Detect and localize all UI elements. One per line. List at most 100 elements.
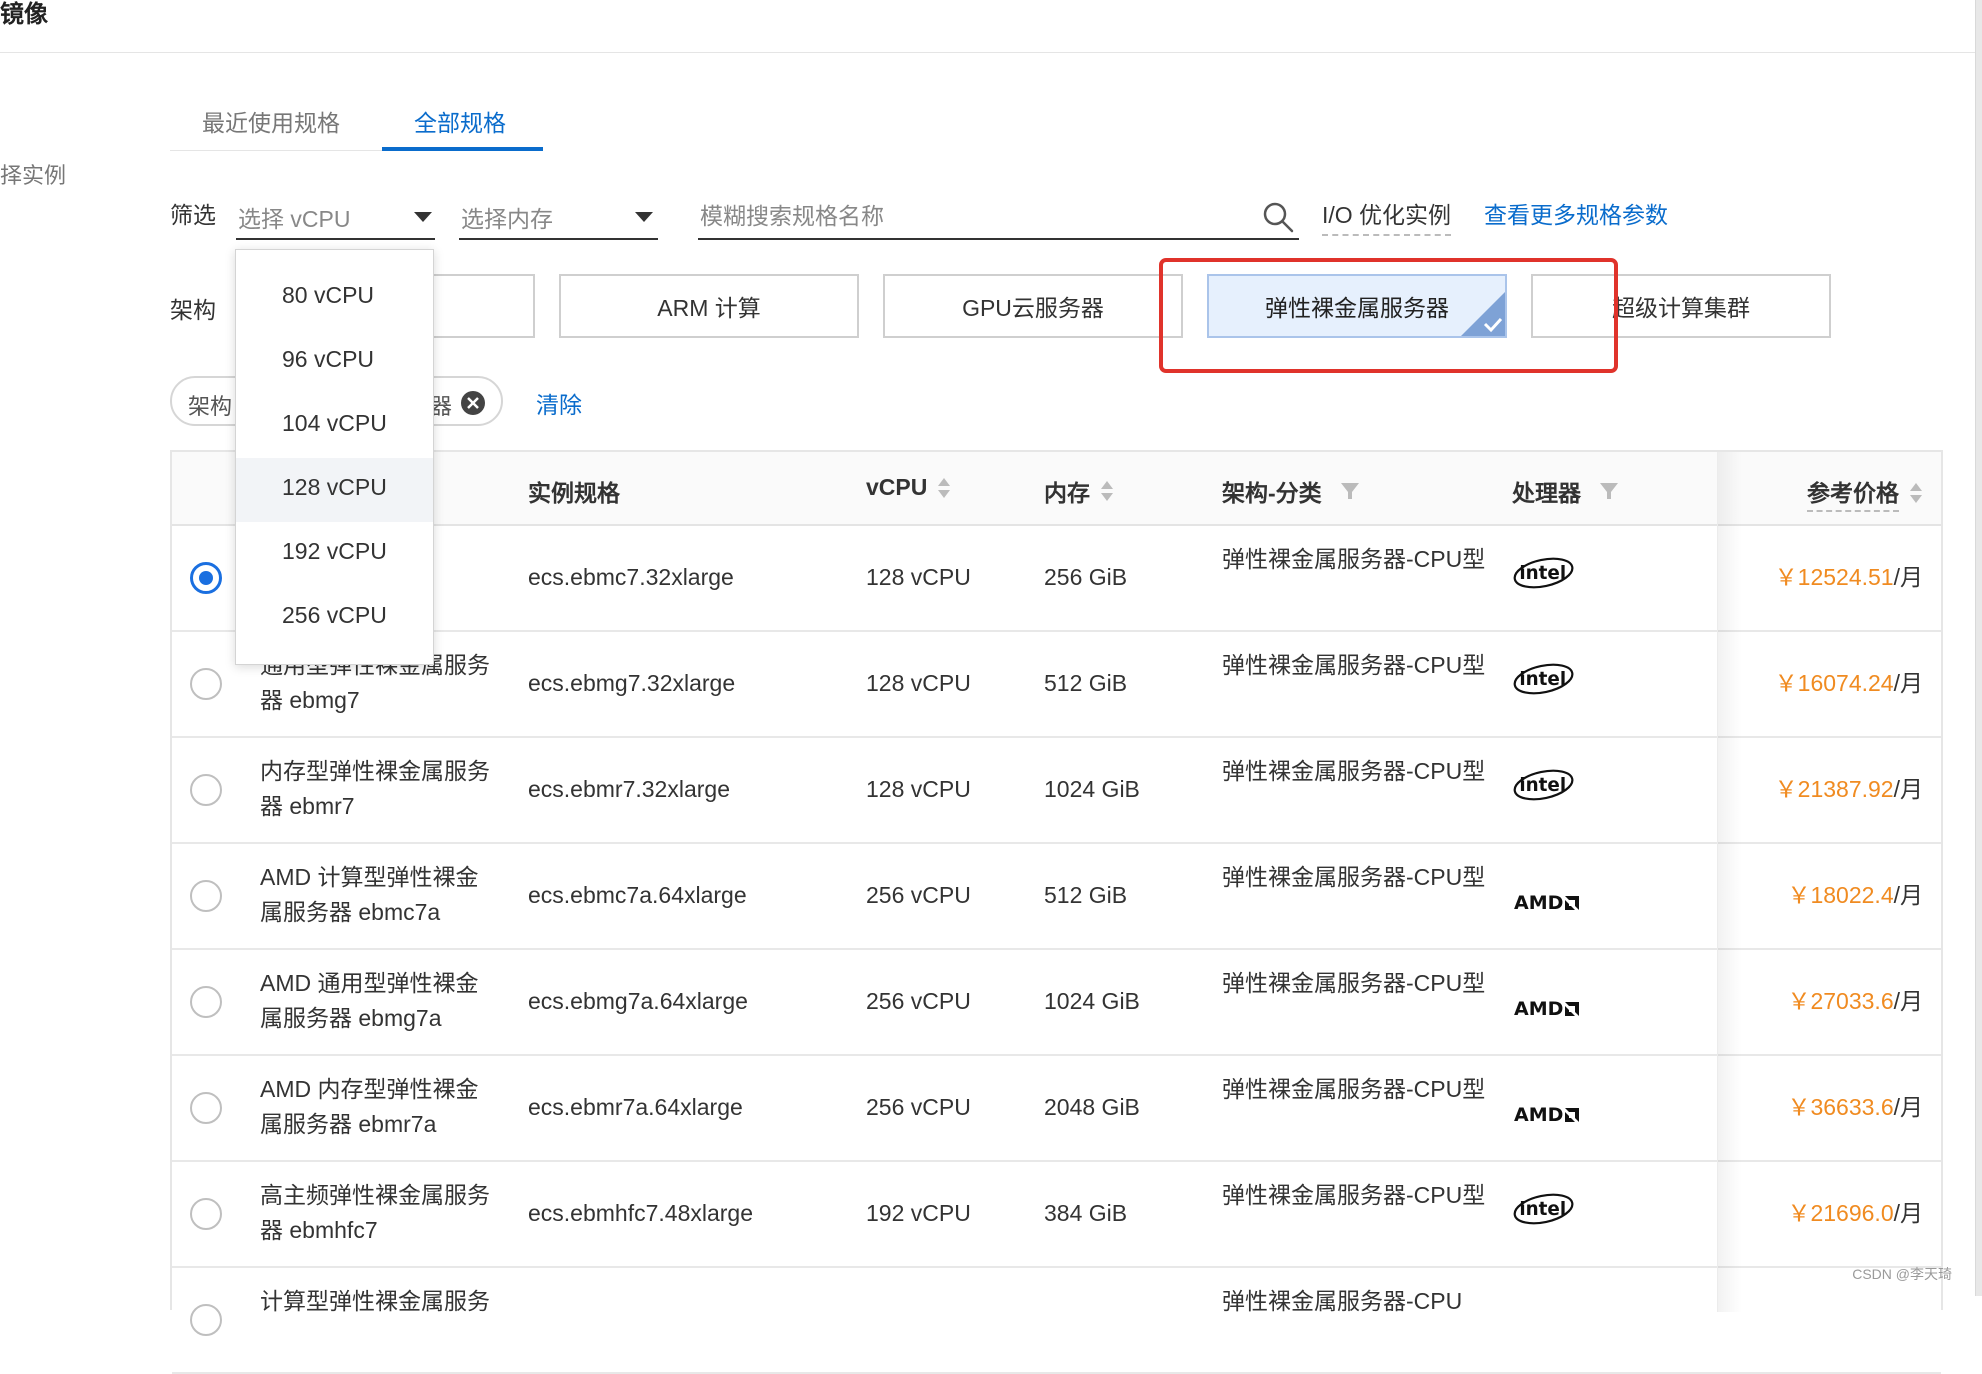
row-select-radio[interactable] <box>190 1092 222 1124</box>
instance-memory: 1024 GiB <box>1044 776 1140 802</box>
vcpu-option[interactable]: 128 vCPU <box>236 458 433 522</box>
header-price[interactable]: 参考价格 <box>1807 474 1923 512</box>
instance-memory: 2048 GiB <box>1044 1094 1140 1120</box>
table-row[interactable]: AMD 计算型弹性裸金属服务器 ebmc7a ecs.ebmc7a.64xlarg… <box>172 844 1941 950</box>
table-row[interactable]: 内存型弹性裸金属服务器 ebmr7 ecs.ebmr7.32xlarge 128 v… <box>172 738 1941 844</box>
instance-spec: ecs.ebmr7.32xlarge <box>528 776 730 802</box>
row-select-radio[interactable] <box>190 668 222 700</box>
header-memory[interactable]: 内存 <box>1044 474 1114 508</box>
instance-family-name: 高主频弹性裸金属服务器 ebmhfc7 <box>260 1182 490 1243</box>
row-select-radio[interactable] <box>190 774 222 806</box>
filter-label: 筛选 <box>170 202 216 228</box>
spec-tabs: 最近使用规格 全部规格 <box>170 100 543 152</box>
check-corner-icon <box>1461 292 1505 336</box>
memory-select[interactable]: 选择内存 <box>459 196 658 240</box>
more-spec-params-link[interactable]: 查看更多规格参数 <box>1484 196 1668 230</box>
svg-text:intel: intel <box>1519 669 1566 690</box>
instance-arch-category: 弹性裸金属服务器-CPU型 <box>1222 546 1486 572</box>
instance-vcpu: 128 vCPU <box>866 776 971 802</box>
vcpu-dropdown-menu: 80 vCPU 96 vCPU 104 vCPU 128 vCPU 192 vCPU 25… <box>235 249 434 665</box>
table-row[interactable]: 高主频弹性裸金属服务器 ebmhfc7 ecs.ebmhfc7.48xlarge 1… <box>172 1162 1941 1268</box>
instance-arch-category: 弹性裸金属服务器-CPU型 <box>1222 864 1486 890</box>
instance-family-name: 计算型弹性裸金属服务 <box>260 1288 490 1314</box>
tab-all-specs[interactable]: 全部规格 <box>414 104 506 138</box>
arch-button-bare-metal-label: 弹性裸金属服务器 <box>1265 295 1449 321</box>
spec-search-input[interactable] <box>698 196 1238 236</box>
filter-icon[interactable] <box>1599 481 1619 501</box>
vcpu-select-value: 选择 vCPU <box>238 206 351 232</box>
dropdown-caret-icon <box>635 212 653 222</box>
processor-logo <box>1512 1298 1602 1344</box>
arch-button-scc[interactable]: 超级计算集群 <box>1531 274 1831 338</box>
table-row[interactable]: 计算型弹性裸金属服务 弹性裸金属服务器-CPU <box>172 1268 1941 1374</box>
filter-chip-label: 架构 <box>188 394 233 419</box>
row-select-radio[interactable] <box>190 562 222 594</box>
amd-logo-icon: AMD <box>1514 1098 1580 1133</box>
instance-spec: ecs.ebmhfc7.48xlarge <box>528 1200 754 1226</box>
amd-logo-icon: AMD <box>1514 886 1580 921</box>
instance-arch-category: 弹性裸金属服务器-CPU型 <box>1222 1182 1486 1208</box>
svg-text:intel: intel <box>1519 563 1566 584</box>
header-vcpu[interactable]: vCPU <box>866 474 951 501</box>
instance-spec: ecs.ebmc7.32xlarge <box>528 564 734 590</box>
arch-label: 架构 <box>170 297 216 323</box>
instance-family-name: AMD 内存型弹性裸金属服务器 ebmr7a <box>260 1076 479 1137</box>
search-icon[interactable] <box>1261 200 1295 234</box>
instance-arch-category: 弹性裸金属服务器-CPU型 <box>1222 758 1486 784</box>
arch-button-bare-metal[interactable]: 弹性裸金属服务器 <box>1207 274 1507 338</box>
spec-search-box <box>698 196 1299 240</box>
vcpu-option[interactable]: 104 vCPU <box>236 394 433 458</box>
instance-arch-category: 弹性裸金属服务器-CPU型 <box>1222 970 1486 996</box>
instance-vcpu: 256 vCPU <box>866 1094 971 1120</box>
processor-logo: AMD <box>1512 1086 1602 1132</box>
row-select-radio[interactable] <box>190 880 222 912</box>
table-row[interactable]: 属服ecs.ebmc7.32xlarge128 vCPU256 GiB弹性裸金属… <box>172 526 1941 632</box>
filter-icon[interactable] <box>1340 481 1360 501</box>
amd-logo-icon: AMD <box>1514 992 1580 1027</box>
sort-icon[interactable] <box>937 476 951 500</box>
processor-logo: intel <box>1512 768 1602 814</box>
row-select-radio[interactable] <box>190 1304 222 1336</box>
active-tab-indicator <box>382 147 543 151</box>
reference-price: ￥21387.92/月 <box>1774 776 1923 802</box>
spec-table: 实例规格 vCPU 内存 架构-分类 处理器 参考价格 属服ecs.ebmc7.… <box>170 450 1943 1374</box>
price-column-shadow <box>1718 452 1742 1312</box>
table-row[interactable]: AMD 内存型弹性裸金属服务器 ebmr7a ecs.ebmr7a.64xlarg… <box>172 1056 1941 1162</box>
vcpu-select[interactable]: 选择 vCPU <box>236 196 435 240</box>
table-row[interactable]: 通用型弹性裸金属服务器 ebmg7 ecs.ebmg7.32xlarge 128 v… <box>172 632 1941 738</box>
reference-price: ￥18022.4/月 <box>1787 882 1923 908</box>
instance-memory: 512 GiB <box>1044 882 1128 908</box>
vcpu-option[interactable]: 80 vCPU <box>236 266 433 330</box>
arch-button-arm[interactable]: ARM 计算 <box>559 274 859 338</box>
sort-icon[interactable] <box>1100 479 1114 503</box>
sort-icon[interactable] <box>1909 481 1923 505</box>
header-processor[interactable]: 处理器 <box>1512 474 1619 508</box>
reference-price: ￥12524.51/月 <box>1774 564 1923 590</box>
watermark: CSDN @李天琦 <box>1852 1266 1952 1282</box>
instance-vcpu: 256 vCPU <box>866 988 971 1014</box>
reference-price: ￥21696.0/月 <box>1787 1200 1923 1226</box>
instance-vcpu: 128 vCPU <box>866 670 971 696</box>
row-select-radio[interactable] <box>190 986 222 1018</box>
scrollbar-track[interactable] <box>1975 0 1982 1296</box>
tab-recent-specs[interactable]: 最近使用规格 <box>202 104 340 138</box>
clear-x-icon[interactable] <box>460 390 486 416</box>
page-section-title: 镜像 <box>0 1 48 28</box>
io-optimized-label[interactable]: I/O 优化实例 <box>1322 196 1452 236</box>
vcpu-option[interactable]: 192 vCPU <box>236 522 433 586</box>
clear-filters-link[interactable]: 清除 <box>536 386 582 420</box>
vcpu-option[interactable]: 96 vCPU <box>236 330 433 394</box>
reference-price: ￥16074.24/月 <box>1774 670 1923 696</box>
instance-spec: ecs.ebmr7a.64xlarge <box>528 1094 743 1120</box>
instance-family-name: AMD 计算型弹性裸金属服务器 ebmc7a <box>260 864 479 925</box>
processor-logo: AMD <box>1512 980 1602 1026</box>
processor-logo: intel <box>1512 556 1602 602</box>
table-row[interactable]: AMD 通用型弹性裸金属服务器 ebmg7a ecs.ebmg7a.64xlarg… <box>172 950 1941 1056</box>
row-select-radio[interactable] <box>190 1198 222 1230</box>
vcpu-option[interactable]: 256 vCPU <box>236 586 433 650</box>
header-arch[interactable]: 架构-分类 <box>1222 474 1360 508</box>
memory-select-value: 选择内存 <box>461 206 553 232</box>
arch-button-gpu[interactable]: GPU云服务器 <box>883 274 1183 338</box>
svg-text:intel: intel <box>1519 775 1566 796</box>
instance-memory: 1024 GiB <box>1044 988 1140 1014</box>
